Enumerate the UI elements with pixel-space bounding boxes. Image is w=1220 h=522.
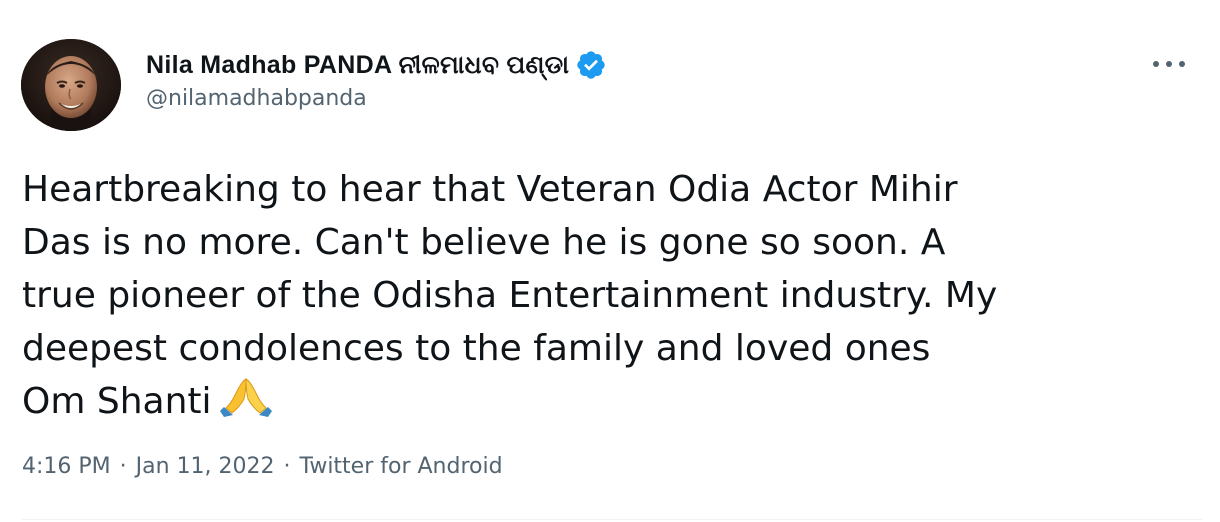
tweet-text-line: Om Shanti — [22, 381, 212, 422]
avatar[interactable] — [21, 39, 121, 131]
author-name-row: Nila Madhab PANDA ନୀଳମାଧବ ପଣ୍ଡା — [146, 45, 607, 85]
meta-separator: · — [283, 454, 291, 479]
author-display-name[interactable]: Nila Madhab PANDA ନୀଳମାଧବ ପଣ୍ଡା — [146, 51, 569, 80]
folded-hands-emoji-icon — [219, 377, 272, 417]
verified-badge-icon — [575, 49, 607, 81]
tweet-text-line: Das is no more. Can't believe he is gone… — [22, 222, 946, 263]
author-handle[interactable]: @nilamadhabpanda — [146, 86, 367, 111]
avatar-image — [21, 39, 121, 131]
tweet-date[interactable]: Jan 11, 2022 — [136, 454, 275, 479]
meta-separator: · — [119, 454, 127, 479]
tweet-text-line: Heartbreaking to hear that Veteran Odia … — [22, 169, 958, 210]
more-options-icon — [1153, 61, 1185, 67]
tweet-text-line: deepest condolences to the family and lo… — [22, 328, 931, 369]
tweet-time[interactable]: 4:16 PM — [22, 454, 111, 479]
tweet-text: Heartbreaking to hear that Veteran Odia … — [22, 163, 1202, 428]
tweet-text-line: true pioneer of the Odisha Entertainment… — [22, 275, 998, 316]
divider — [22, 519, 1202, 520]
tweet-card: Nila Madhab PANDA ନୀଳମାଧବ ପଣ୍ଡା @nilamad… — [0, 0, 1220, 522]
tweet-text-line-last: Om Shanti — [22, 375, 1202, 428]
tweet-source[interactable]: Twitter for Android — [300, 454, 503, 479]
more-options-button[interactable] — [1149, 50, 1189, 78]
tweet-meta: 4:16 PM · Jan 11, 2022 · Twitter for Android — [22, 454, 503, 479]
